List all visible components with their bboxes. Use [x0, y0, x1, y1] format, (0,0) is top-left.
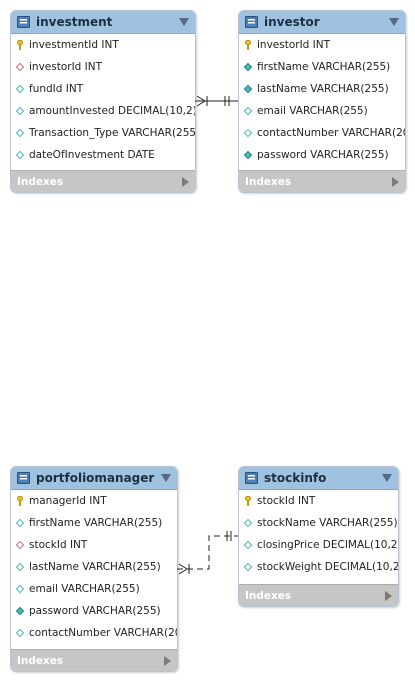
relationship-investment-investor[interactable] — [195, 95, 238, 107]
relationship-portfoliomanager-stockinfo[interactable] — [177, 535, 238, 570]
relationship-end-markers — [178, 531, 232, 575]
relationship-lines — [177, 95, 238, 575]
